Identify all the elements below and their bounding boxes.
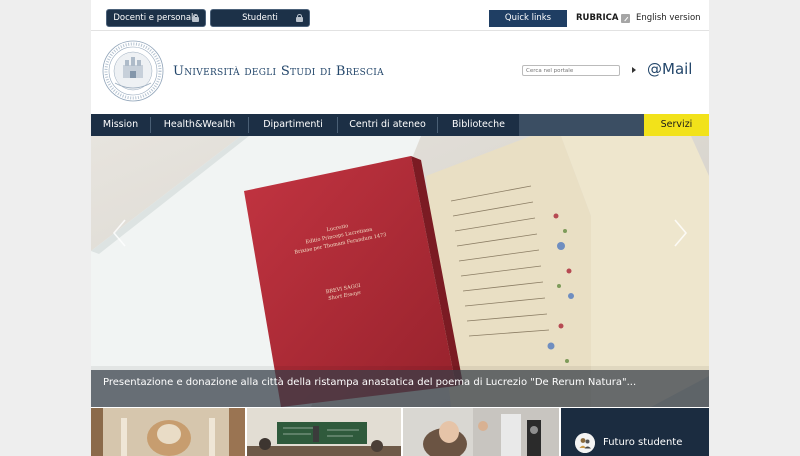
slide-image: [91, 136, 709, 407]
user-group-icon: [575, 433, 595, 453]
next-arrow-icon[interactable]: [673, 218, 689, 248]
rubrica-icon[interactable]: [621, 14, 630, 23]
hero-slideshow[interactable]: Lucrezio Editio Princeps Lucretiana Brix…: [91, 136, 709, 407]
login-studenti-label: Studenti: [242, 13, 278, 23]
thumbnail-classroom[interactable]: [247, 408, 401, 456]
nav-item-health-wealth[interactable]: Health&Wealth: [151, 114, 248, 136]
lock-icon: [192, 14, 199, 22]
thumbnail-church[interactable]: [91, 408, 245, 456]
nav-item-biblioteche[interactable]: Biblioteche: [438, 114, 519, 136]
futuro-studente-panel[interactable]: Futuro studente: [561, 408, 709, 456]
search-go-icon[interactable]: [632, 67, 636, 73]
english-version-link[interactable]: English version: [636, 13, 701, 23]
university-name[interactable]: Università degli Studi di Brescia: [173, 64, 384, 79]
nav-item-dipartimenti[interactable]: Dipartimenti: [249, 114, 337, 136]
nav-item-mission[interactable]: Mission: [91, 114, 150, 136]
main-nav: Mission Health&Wealth Dipartimenti Centr…: [91, 114, 709, 136]
thumbnail-image: [403, 408, 559, 456]
nav-filler: [519, 114, 644, 136]
lock-icon: [296, 14, 303, 22]
nav-item-servizi[interactable]: Servizi: [644, 114, 709, 136]
prev-arrow-icon[interactable]: [111, 218, 127, 248]
thumbnail-image: [91, 408, 245, 456]
nav-item-centri-di-ateneo[interactable]: Centri di ateneo: [338, 114, 437, 136]
university-seal-logo[interactable]: [101, 39, 165, 103]
slide-caption[interactable]: Presentazione e donazione alla città del…: [91, 370, 709, 407]
thumbnail-lab[interactable]: [403, 408, 559, 456]
login-docenti-button[interactable]: Docenti e personale: [106, 9, 206, 27]
top-bar: Docenti e personale Studenti Quick links…: [91, 0, 709, 31]
login-studenti-button[interactable]: Studenti: [210, 9, 310, 27]
mail-link[interactable]: @Mail: [647, 60, 692, 78]
quick-links-button[interactable]: Quick links: [489, 10, 567, 27]
rubrica-link[interactable]: RUBRICA: [576, 13, 618, 23]
page: Docenti e personale Studenti Quick links…: [91, 0, 709, 456]
header: Università degli Studi di Brescia @Mail: [91, 31, 709, 114]
futuro-studente-label: Futuro studente: [603, 437, 683, 448]
search-input[interactable]: [522, 65, 620, 76]
login-docenti-label: Docenti e personale: [113, 13, 199, 23]
thumbnail-image: [247, 408, 401, 456]
